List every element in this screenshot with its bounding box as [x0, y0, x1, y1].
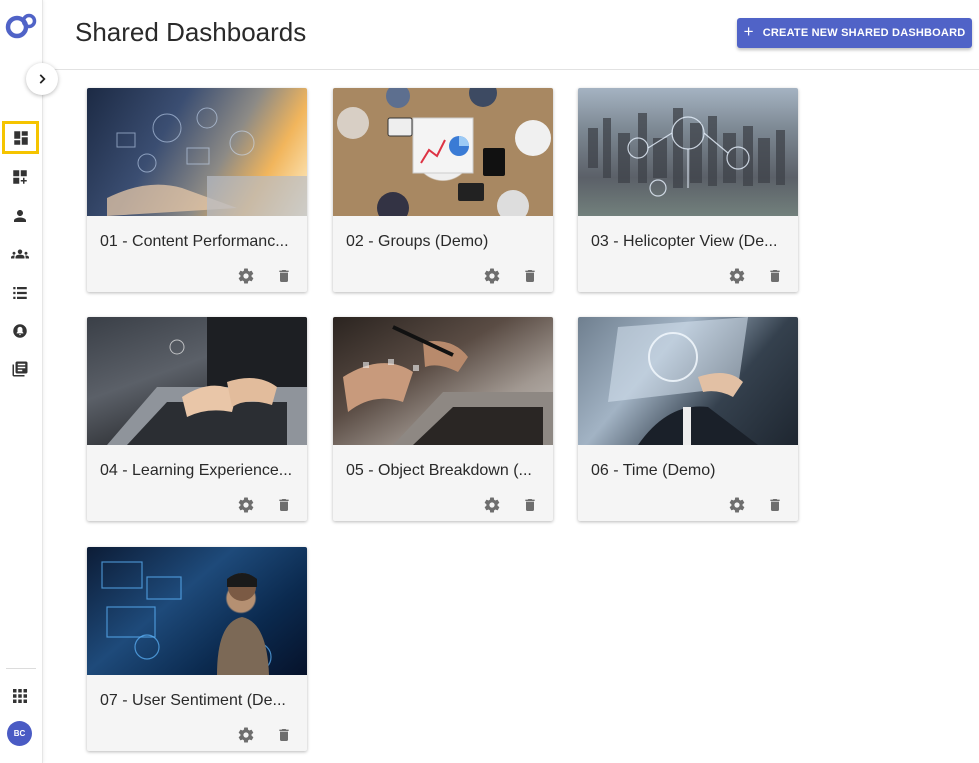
- card-title[interactable]: 05 - Object Breakdown (...: [346, 462, 542, 480]
- apps-menu-button[interactable]: [4, 681, 36, 711]
- page-header: Shared Dashboards + CREATE NEW SHARED DA…: [44, 0, 979, 70]
- page-title: Shared Dashboards: [75, 17, 307, 47]
- dashboard-card[interactable]: 04 - Learning Experience...: [87, 317, 307, 521]
- dashboard-card[interactable]: 03 - Helicopter View (De...: [578, 88, 798, 292]
- sidebar-item-user[interactable]: [4, 201, 36, 231]
- sidebar-divider: [6, 668, 36, 669]
- settings-button[interactable]: [481, 494, 503, 516]
- trash-icon: [525, 499, 535, 511]
- thumbnail-art: [107, 317, 307, 445]
- sidebar-item-dashboards[interactable]: [2, 121, 39, 154]
- gear-icon: [238, 268, 254, 284]
- business-laptop-image[interactable]: [87, 88, 307, 216]
- chevron-right-icon: [39, 74, 46, 84]
- list-icon: [13, 287, 27, 299]
- settings-button[interactable]: [235, 494, 257, 516]
- settings-button[interactable]: [481, 265, 503, 287]
- card-title[interactable]: 06 - Time (Demo): [591, 462, 787, 480]
- card-title[interactable]: 02 - Groups (Demo): [346, 233, 542, 251]
- delete-button[interactable]: [519, 494, 541, 516]
- app-logo-icon[interactable]: [5, 12, 37, 40]
- dashboard-icon: [13, 130, 28, 145]
- trash-icon: [279, 729, 289, 741]
- settings-button[interactable]: [235, 724, 257, 746]
- dashboard-card[interactable]: 06 - Time (Demo): [578, 317, 798, 521]
- touch-screen-image[interactable]: [578, 317, 798, 445]
- avatar[interactable]: BC: [7, 721, 32, 746]
- settings-button[interactable]: [726, 494, 748, 516]
- thumbnail-art: [343, 325, 553, 445]
- create-shared-dashboard-button[interactable]: + CREATE NEW SHARED DASHBOARD: [737, 18, 972, 48]
- thumbnail-art: [608, 317, 758, 445]
- plus-icon: +: [743, 22, 754, 41]
- settings-button[interactable]: [726, 265, 748, 287]
- sidebar-item-groups[interactable]: [4, 239, 36, 269]
- dashboard-card[interactable]: 02 - Groups (Demo): [333, 88, 553, 292]
- delete-button[interactable]: [764, 494, 786, 516]
- library-icon: [12, 361, 28, 377]
- card-title[interactable]: 03 - Helicopter View (De...: [591, 233, 787, 251]
- dashboard-card[interactable]: 07 - User Sentiment (De...: [87, 547, 307, 751]
- thumbnail-art: [101, 561, 272, 675]
- add-dashboard-icon: [13, 170, 27, 184]
- notification-icon: [13, 324, 27, 338]
- sidebar-item-list[interactable]: [4, 278, 36, 308]
- dashboard-card[interactable]: 01 - Content Performanc...: [87, 88, 307, 292]
- gear-icon: [484, 268, 500, 284]
- delete-button[interactable]: [764, 265, 786, 287]
- gear-icon: [484, 497, 500, 513]
- card-title[interactable]: 04 - Learning Experience...: [100, 462, 296, 480]
- create-button-label: CREATE NEW SHARED DASHBOARD: [762, 27, 966, 39]
- city-aerial-image[interactable]: [578, 88, 798, 216]
- sidebar-item-add-dashboard[interactable]: [4, 162, 36, 192]
- settings-button[interactable]: [235, 265, 257, 287]
- sidebar: BC: [0, 0, 43, 763]
- sidebar-item-library[interactable]: [4, 354, 36, 384]
- thumbnail-art: [107, 107, 307, 216]
- typing-laptop-image[interactable]: [87, 317, 307, 445]
- delete-button[interactable]: [519, 265, 541, 287]
- apps-grid-icon: [13, 689, 27, 703]
- gear-icon: [238, 497, 254, 513]
- gear-icon: [729, 497, 745, 513]
- person-icon: [14, 210, 26, 222]
- thumbnail-art: [337, 88, 551, 216]
- pen-laptop-image[interactable]: [333, 317, 553, 445]
- thumbnail-art: [588, 108, 785, 197]
- avatar-initials: BC: [13, 729, 26, 738]
- card-title[interactable]: 07 - User Sentiment (De...: [100, 692, 296, 710]
- card-title[interactable]: 01 - Content Performanc...: [100, 233, 296, 251]
- sidebar-item-notifications[interactable]: [4, 316, 36, 346]
- trash-icon: [279, 499, 289, 511]
- trash-icon: [279, 270, 289, 282]
- gear-icon: [238, 727, 254, 743]
- group-icon: [11, 249, 29, 259]
- expand-sidebar-button[interactable]: [26, 63, 58, 95]
- trash-icon: [770, 499, 780, 511]
- trash-icon: [525, 270, 535, 282]
- meeting-table-image[interactable]: [333, 88, 553, 216]
- delete-button[interactable]: [273, 494, 295, 516]
- vr-woman-image[interactable]: [87, 547, 307, 675]
- trash-icon: [770, 270, 780, 282]
- gear-icon: [729, 268, 745, 284]
- dashboard-card[interactable]: 05 - Object Breakdown (...: [333, 317, 553, 521]
- delete-button[interactable]: [273, 265, 295, 287]
- delete-button[interactable]: [273, 724, 295, 746]
